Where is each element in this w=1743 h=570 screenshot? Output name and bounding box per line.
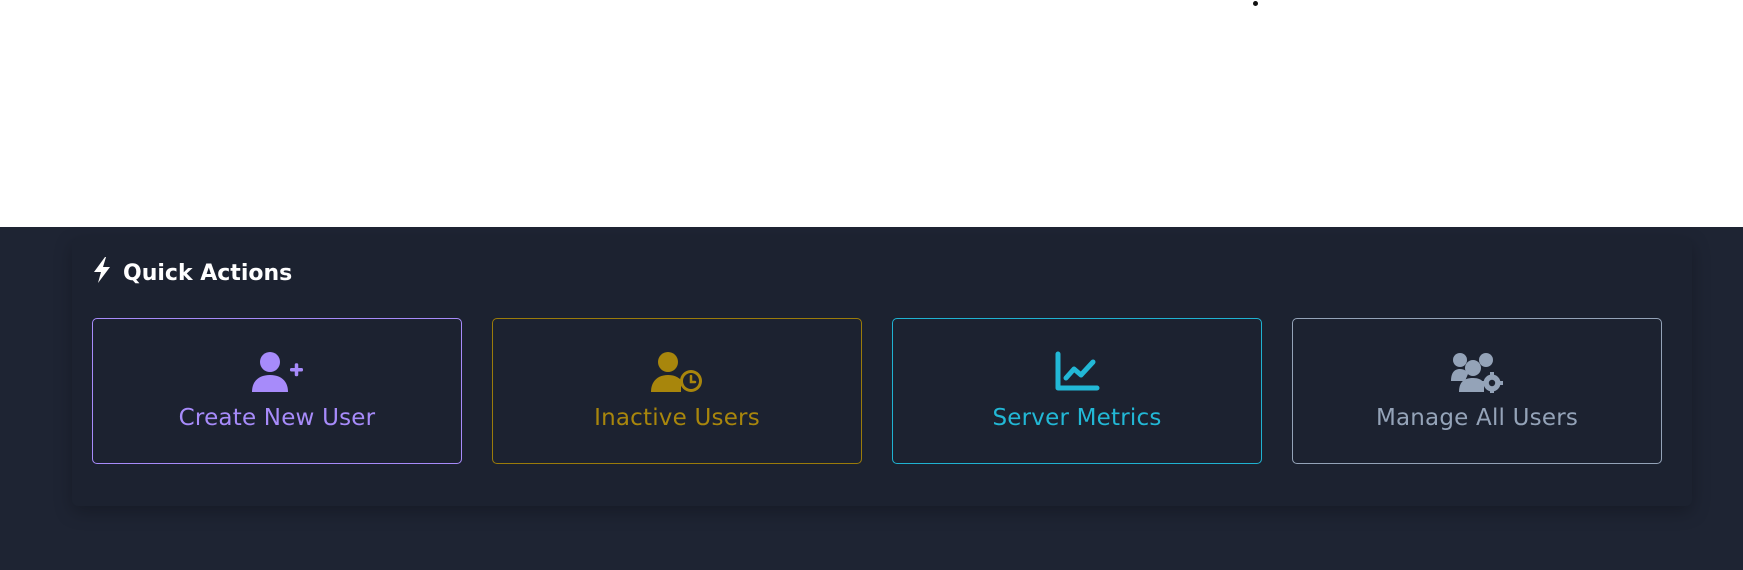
- user-clock-icon: [651, 351, 703, 393]
- chart-line-icon: [1051, 351, 1103, 393]
- stray-dot: [1253, 1, 1258, 6]
- quick-actions-header: Quick Actions: [91, 256, 293, 290]
- server-metrics-label: Server Metrics: [992, 405, 1162, 431]
- create-new-user-label: Create New User: [178, 405, 376, 431]
- quick-actions-title: Quick Actions: [123, 260, 293, 286]
- manage-all-users-button[interactable]: Manage All Users: [1292, 318, 1662, 464]
- inactive-users-button[interactable]: Inactive Users: [492, 318, 862, 464]
- create-new-user-button[interactable]: Create New User: [92, 318, 462, 464]
- quick-actions-list: Create New User Inactive Users Server Me…: [92, 318, 1662, 464]
- inactive-users-label: Inactive Users: [594, 405, 760, 431]
- user-plus-icon: [251, 351, 303, 393]
- server-metrics-button[interactable]: Server Metrics: [892, 318, 1262, 464]
- content-area-top: [0, 0, 1743, 227]
- bolt-icon: [91, 256, 113, 290]
- manage-all-users-label: Manage All Users: [1375, 405, 1579, 431]
- quick-actions-panel: Quick Actions Create New User Inactive U…: [72, 238, 1692, 506]
- users-cog-icon: [1451, 351, 1503, 393]
